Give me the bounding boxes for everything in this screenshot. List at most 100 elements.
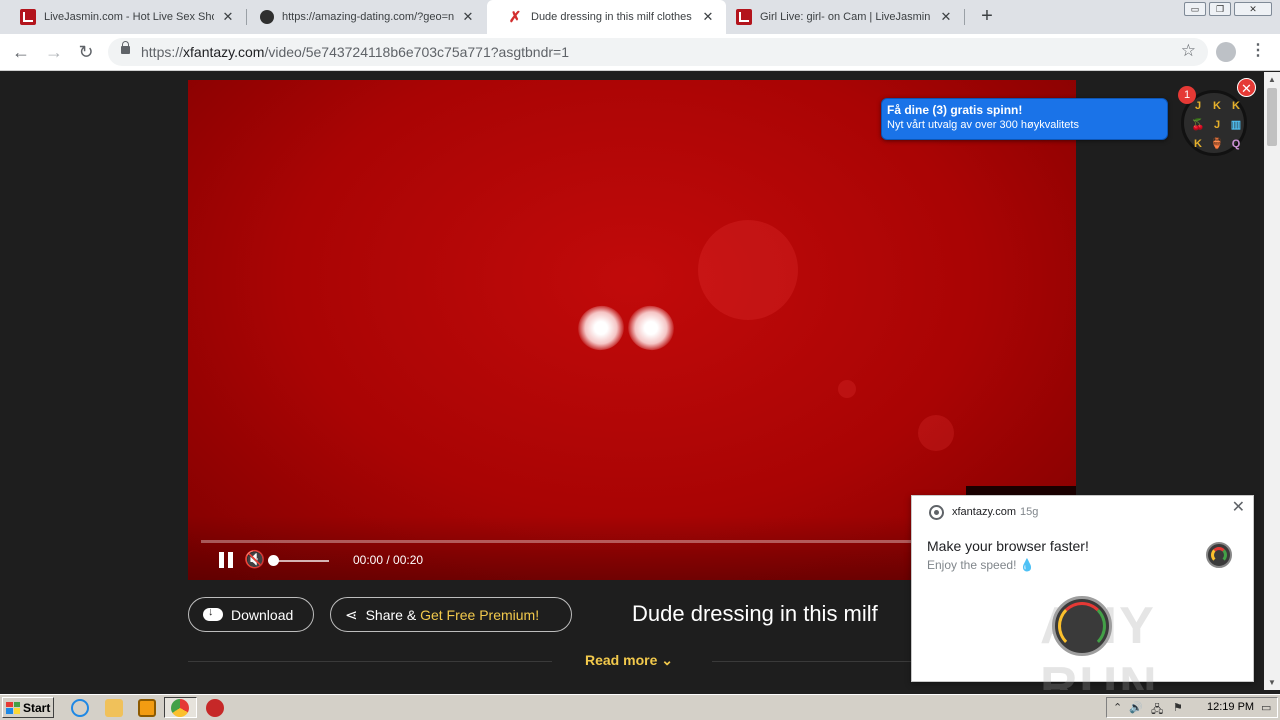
cloud-download-icon — [203, 606, 223, 621]
tray-expand-icon[interactable]: ⌃ — [1113, 701, 1122, 714]
xfantazy-icon: ✗ — [508, 9, 522, 26]
video-logo-frame — [571, 298, 681, 368]
start-label: Start — [23, 700, 51, 715]
casino-ad-bubble[interactable]: Få dine (3) gratis spinn! Nyt vårt utval… — [881, 98, 1168, 140]
tab-title: Girl Live: girl- on Cam | LiveJasmin — [760, 11, 931, 23]
slot-symbol: ▥ — [1230, 119, 1242, 131]
background-bokeh — [918, 415, 954, 451]
browser-menu-icon[interactable]: ⋮ — [1250, 40, 1266, 60]
forward-button[interactable]: → — [42, 40, 66, 64]
notification-site-name: xfantazy.com — [952, 506, 1016, 518]
volume-icon[interactable]: 🔊 — [1129, 701, 1143, 714]
url-text[interactable]: https://xfantazy.com/video/5e743724118b6… — [141, 44, 569, 60]
logo-wing-left — [571, 299, 631, 357]
slot-symbol: J — [1213, 119, 1221, 131]
download-button[interactable]: Download — [188, 597, 314, 632]
tab-close-icon[interactable]: ✕ — [460, 9, 476, 25]
tab-livejasmin-2[interactable]: Girl Live: girl- on Cam | LiveJasmin ✕ — [716, 0, 964, 34]
tab-title: Dude dressing in this milf clothes and — [531, 11, 694, 23]
ad-subline: Nyt vårt utvalg av over 300 høykvalitets — [887, 119, 1079, 131]
bookmark-star-icon[interactable]: ☆ — [1181, 41, 1196, 61]
show-desktop-icon[interactable]: ▭ — [1261, 701, 1271, 714]
share-text: Share & — [365, 606, 421, 623]
chrome-taskbar-button[interactable] — [164, 697, 197, 718]
volume-slider[interactable] — [272, 560, 329, 562]
notification-site: xfantazy.com 15g — [952, 506, 1038, 518]
dating-site-icon — [260, 10, 274, 24]
time-separator: / — [383, 553, 394, 567]
tab-xfantazy-active[interactable]: ✗ Dude dressing in this milf clothes and… — [487, 0, 726, 34]
slot-symbol: K — [1194, 138, 1202, 150]
tab-close-icon[interactable]: ✕ — [938, 9, 954, 25]
address-bar[interactable]: https://xfantazy.com/video/5e743724118b6… — [108, 38, 1208, 66]
url-scheme: https:// — [141, 44, 184, 60]
windows-taskbar: Start ⌃ 🔊 🖧 ⚑ 12:19 PM ▭ — [0, 694, 1280, 720]
clock: 12:19 PM — [1207, 701, 1255, 713]
read-more-link[interactable]: Read more ⌄ — [585, 652, 673, 669]
file-explorer-icon[interactable] — [105, 699, 123, 717]
internet-explorer-icon[interactable] — [71, 699, 89, 717]
network-icon[interactable]: 🖧 — [1151, 701, 1163, 720]
chrome-icon — [929, 505, 944, 520]
tab-strip: LiveJasmin.com - Hot Live Sex Shows ✕ ht… — [0, 0, 1280, 34]
chevron-down-icon: ⌄ — [661, 652, 673, 668]
divider — [188, 661, 552, 662]
slot-symbol: 🍒 — [1191, 119, 1205, 131]
read-more-label: Read more — [585, 652, 658, 668]
tab-close-icon[interactable]: ✕ — [220, 9, 236, 25]
volume-knob[interactable] — [268, 555, 279, 566]
minimize-window-button[interactable]: ▭ — [1184, 2, 1206, 16]
scroll-thumb[interactable] — [1267, 88, 1277, 146]
url-host: xfantazy.com — [183, 44, 265, 60]
slot-symbol: 🏺 — [1210, 138, 1224, 150]
video-title: Dude dressing in this milf — [632, 601, 878, 626]
scroll-up-arrow-icon[interactable]: ▲ — [1268, 75, 1276, 84]
livejasmin-icon — [736, 9, 752, 25]
divider — [712, 661, 912, 662]
back-button[interactable]: ← — [9, 40, 33, 64]
flag-icon[interactable]: ⚑ — [1173, 701, 1183, 714]
slot-symbol: K — [1232, 100, 1240, 112]
close-window-button[interactable]: ✕ — [1234, 2, 1272, 16]
ad-notification-badge: 1 — [1178, 86, 1196, 104]
speedometer-icon — [1206, 542, 1232, 568]
slot-symbol: Q — [1231, 138, 1241, 150]
tab-title: https://amazing-dating.com/?geo=n — [282, 11, 454, 23]
opera-icon[interactable] — [206, 699, 224, 717]
notification-age: 15g — [1020, 506, 1039, 518]
scroll-down-arrow-icon[interactable]: ▼ — [1268, 678, 1276, 687]
time-display: 00:00 / 00:20 — [353, 553, 423, 567]
background-bokeh — [698, 220, 798, 320]
time-current: 00:00 — [353, 553, 384, 567]
system-tray: ⌃ 🔊 🖧 ⚑ 12:19 PM ▭ — [1106, 697, 1278, 718]
ad-close-button[interactable]: ✕ — [1237, 78, 1256, 97]
pause-icon[interactable] — [218, 552, 234, 570]
notification-body: Enjoy the speed! 💧 — [927, 558, 1035, 572]
muted-speaker-icon[interactable]: 🔇 — [244, 550, 265, 570]
browser-notification[interactable]: xfantazy.com 15g ✕ Make your browser fast… — [911, 495, 1254, 690]
tab-livejasmin-1[interactable]: LiveJasmin.com - Hot Live Sex Shows ✕ — [0, 0, 246, 34]
restore-window-button[interactable]: ❐ — [1209, 2, 1231, 16]
share-premium-button[interactable]: ⋖ Share & Get Free Premium! — [330, 597, 572, 632]
tab-separator — [964, 9, 965, 25]
media-player-icon[interactable] — [138, 699, 156, 717]
premium-text: Get Free Premium! — [420, 606, 540, 623]
notification-close-button[interactable]: ✕ — [1232, 497, 1245, 517]
new-tab-button[interactable]: + — [976, 4, 998, 28]
url-path: /video/5e743724118b6e703c75a771?asgtbndr… — [264, 44, 569, 60]
reload-button[interactable]: ↻ — [74, 40, 98, 64]
profile-avatar-icon[interactable] — [1216, 42, 1236, 62]
ad-headline: Få dine (3) gratis spinn! — [887, 103, 1023, 117]
lock-icon[interactable] — [121, 41, 130, 54]
tab-close-icon[interactable]: ✕ — [700, 9, 716, 25]
slot-symbol: K — [1213, 100, 1221, 112]
page-content: 🔇 00:00 / 00:20 Download ⋖ Share & Get F… — [0, 72, 1264, 690]
windows-logo-icon — [6, 701, 20, 714]
tab-amazing-dating[interactable]: https://amazing-dating.com/?geo=n ✕ — [240, 0, 486, 34]
notification-title: Make your browser faster! — [927, 538, 1089, 554]
page-scrollbar[interactable]: ▲ ▼ — [1264, 72, 1280, 690]
time-total: 00:20 — [393, 553, 424, 567]
start-button[interactable]: Start — [2, 697, 54, 718]
background-bokeh — [838, 380, 856, 398]
browser-toolbar: ← → ↻ https://xfantazy.com/video/5e74372… — [0, 34, 1280, 71]
